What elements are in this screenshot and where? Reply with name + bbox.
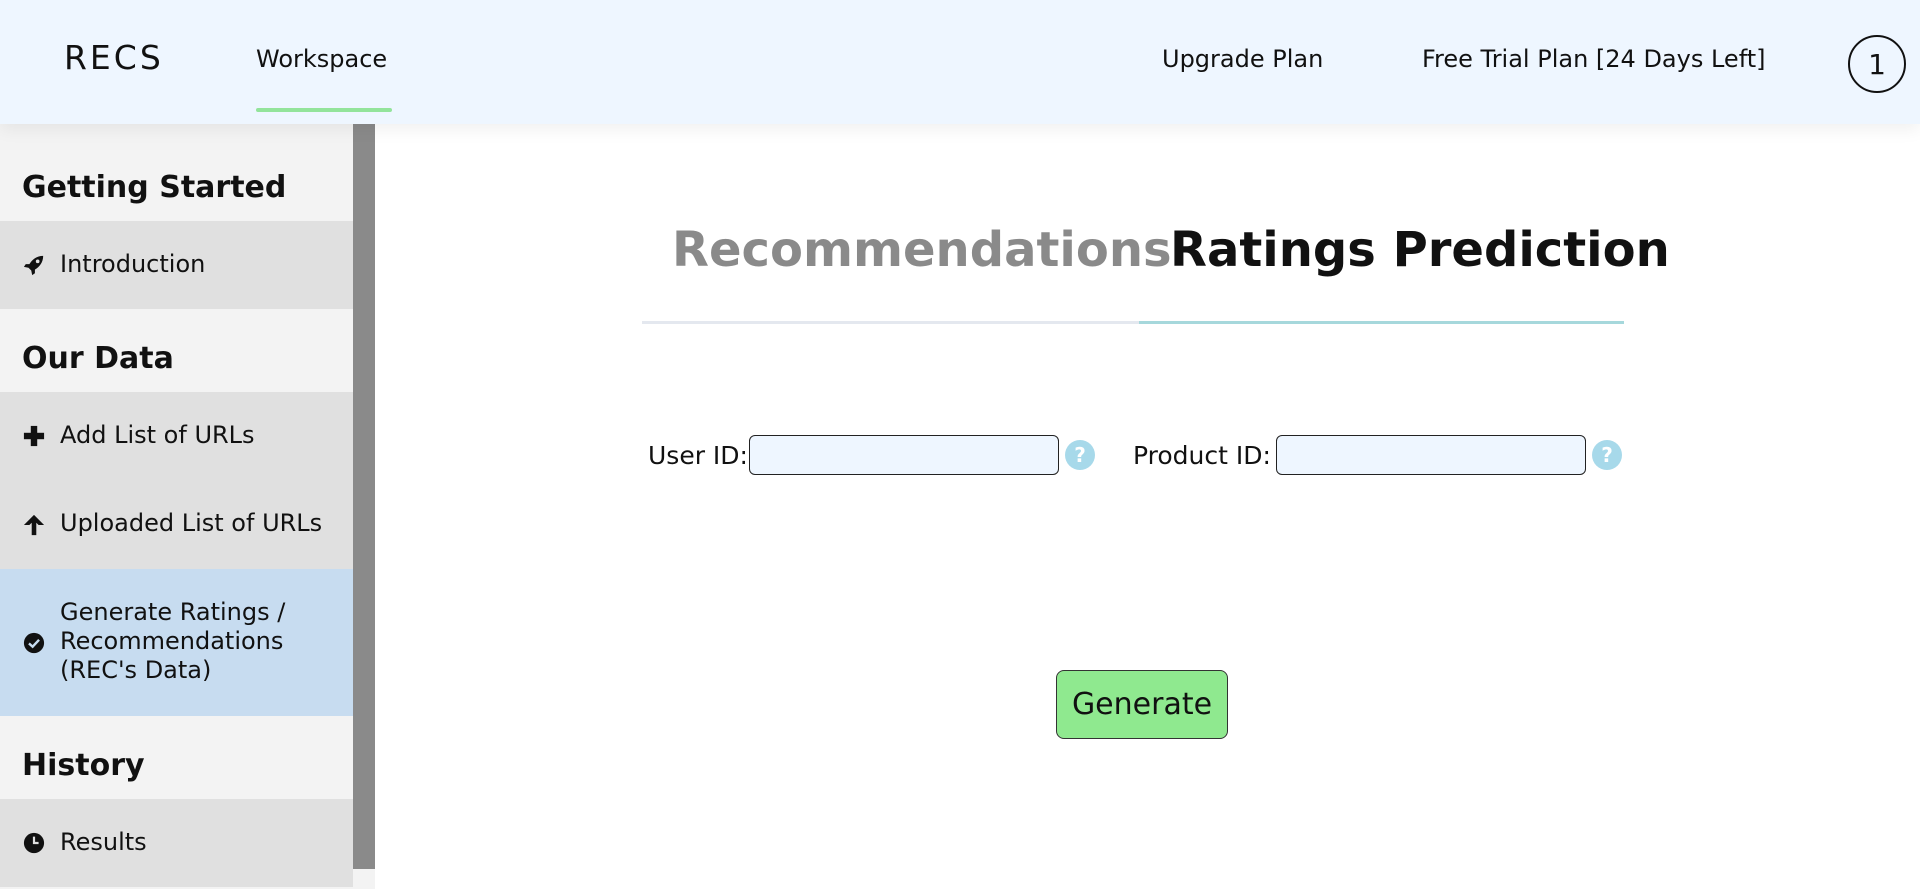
sidebar-item-label: Generate Ratings / Recommendations (REC'…: [60, 598, 286, 684]
user-id-input[interactable]: [749, 435, 1059, 475]
user-id-help-icon[interactable]: ?: [1065, 440, 1095, 470]
top-nav-bar: RECS Workspace Upgrade Plan Free Trial P…: [0, 0, 1920, 124]
clock-icon: [22, 831, 46, 855]
tab-recommendations[interactable]: Recommendations: [672, 222, 1172, 278]
plus-icon: [22, 424, 46, 448]
sidebar-item-label: Results: [60, 828, 147, 856]
product-id-help-icon[interactable]: ?: [1592, 440, 1622, 470]
product-id-input[interactable]: [1276, 435, 1586, 475]
generate-button[interactable]: Generate: [1056, 670, 1228, 739]
sidebar-heading-getting-started: Getting Started: [22, 170, 287, 205]
user-id-label: User ID:: [648, 441, 748, 470]
sidebar-item-introduction[interactable]: Introduction: [0, 221, 353, 309]
sidebar: Getting Started Introduction Our Data Ad…: [0, 124, 353, 889]
tab-active-indicator: [1139, 321, 1624, 324]
tab-ratings-prediction[interactable]: Ratings Prediction: [1170, 222, 1670, 278]
sidebar-item-add-urls[interactable]: Add List of URLs: [0, 392, 353, 480]
plan-status-link[interactable]: Free Trial Plan [24 Days Left]: [1422, 44, 1766, 74]
user-avatar-button[interactable]: 1: [1848, 35, 1906, 93]
rocket-icon: [22, 253, 46, 277]
nav-active-underline: [256, 108, 392, 112]
sidebar-item-generate[interactable]: Generate Ratings / Recommendations (REC'…: [0, 569, 353, 716]
sidebar-item-label: Uploaded List of URLs: [60, 509, 323, 537]
upgrade-plan-link[interactable]: Upgrade Plan: [1162, 44, 1323, 74]
sidebar-heading-our-data: Our Data: [22, 341, 174, 376]
sidebar-item-label: Add List of URLs: [60, 421, 255, 449]
sidebar-item-results[interactable]: Results: [0, 799, 353, 887]
check-circle-icon: [22, 631, 46, 655]
arrow-up-icon: [22, 513, 46, 537]
brand-logo[interactable]: RECS: [64, 38, 164, 78]
sidebar-heading-history: History: [22, 748, 145, 783]
sidebar-scrollbar-thumb[interactable]: [353, 124, 375, 869]
sidebar-item-uploaded-urls[interactable]: Uploaded List of URLs: [0, 480, 353, 569]
product-id-label: Product ID:: [1133, 441, 1271, 470]
sidebar-item-label: Introduction: [60, 250, 206, 278]
nav-workspace-link[interactable]: Workspace: [256, 44, 387, 74]
